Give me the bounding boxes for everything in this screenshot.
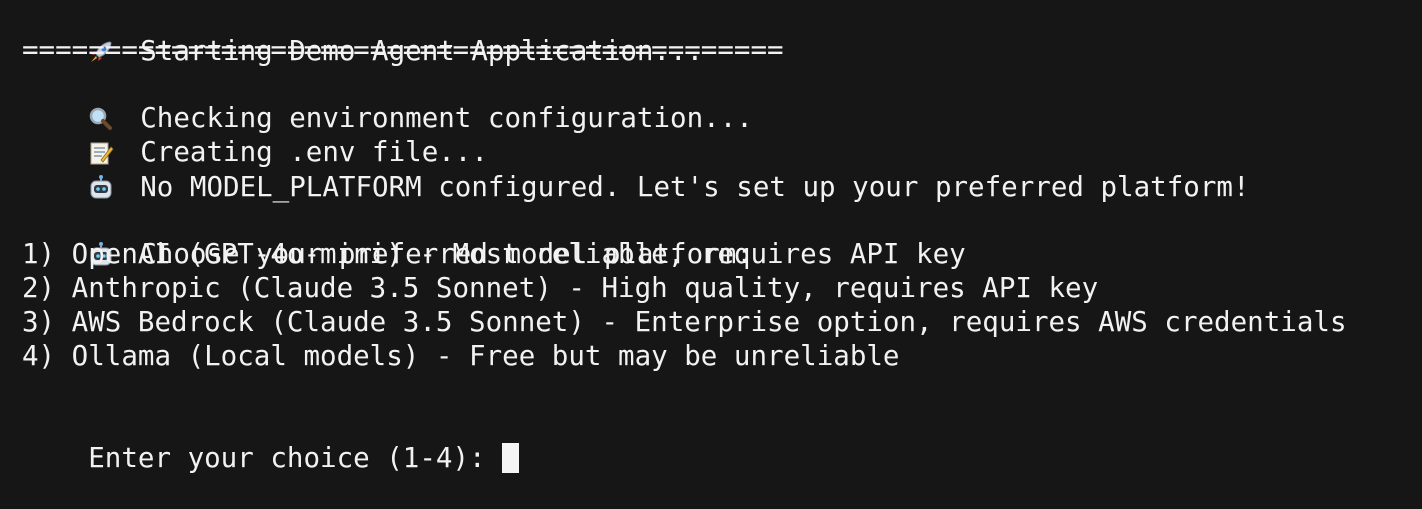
option-aws-bedrock: 3) AWS Bedrock (Claude 3.5 Sonnet) - Ent… (22, 306, 1347, 338)
option-openai: 1) OpenAI (GPT-4o-mini) - Most reliable,… (22, 238, 966, 270)
separator-line: ========================================… (22, 34, 784, 66)
choice-prompt-line[interactable]: Enter your choice (1-4): (22, 407, 519, 474)
option-ollama: 4) Ollama (Local models) - Free but may … (22, 340, 900, 372)
status-line-creating: Creating .env file... (22, 101, 488, 168)
input-cursor[interactable] (501, 443, 519, 473)
prompt-heading: Choose your preferred model platform: (22, 203, 753, 270)
choice-prompt-text: Enter your choice (1-4): (88, 442, 486, 474)
robot-icon (88, 170, 122, 204)
status-text: No MODEL_PLATFORM configured. Let's set … (140, 171, 1250, 203)
status-line-no-platform: No MODEL_PLATFORM configured. Let's set … (22, 136, 1250, 203)
status-line-starting: Starting Demo Agent Application... (22, 0, 703, 67)
status-line-checking: Checking environment configuration... (22, 67, 753, 134)
option-anthropic: 2) Anthropic (Claude 3.5 Sonnet) - High … (22, 272, 1099, 304)
terminal-window[interactable]: Starting Demo Agent Application... =====… (0, 0, 1422, 474)
